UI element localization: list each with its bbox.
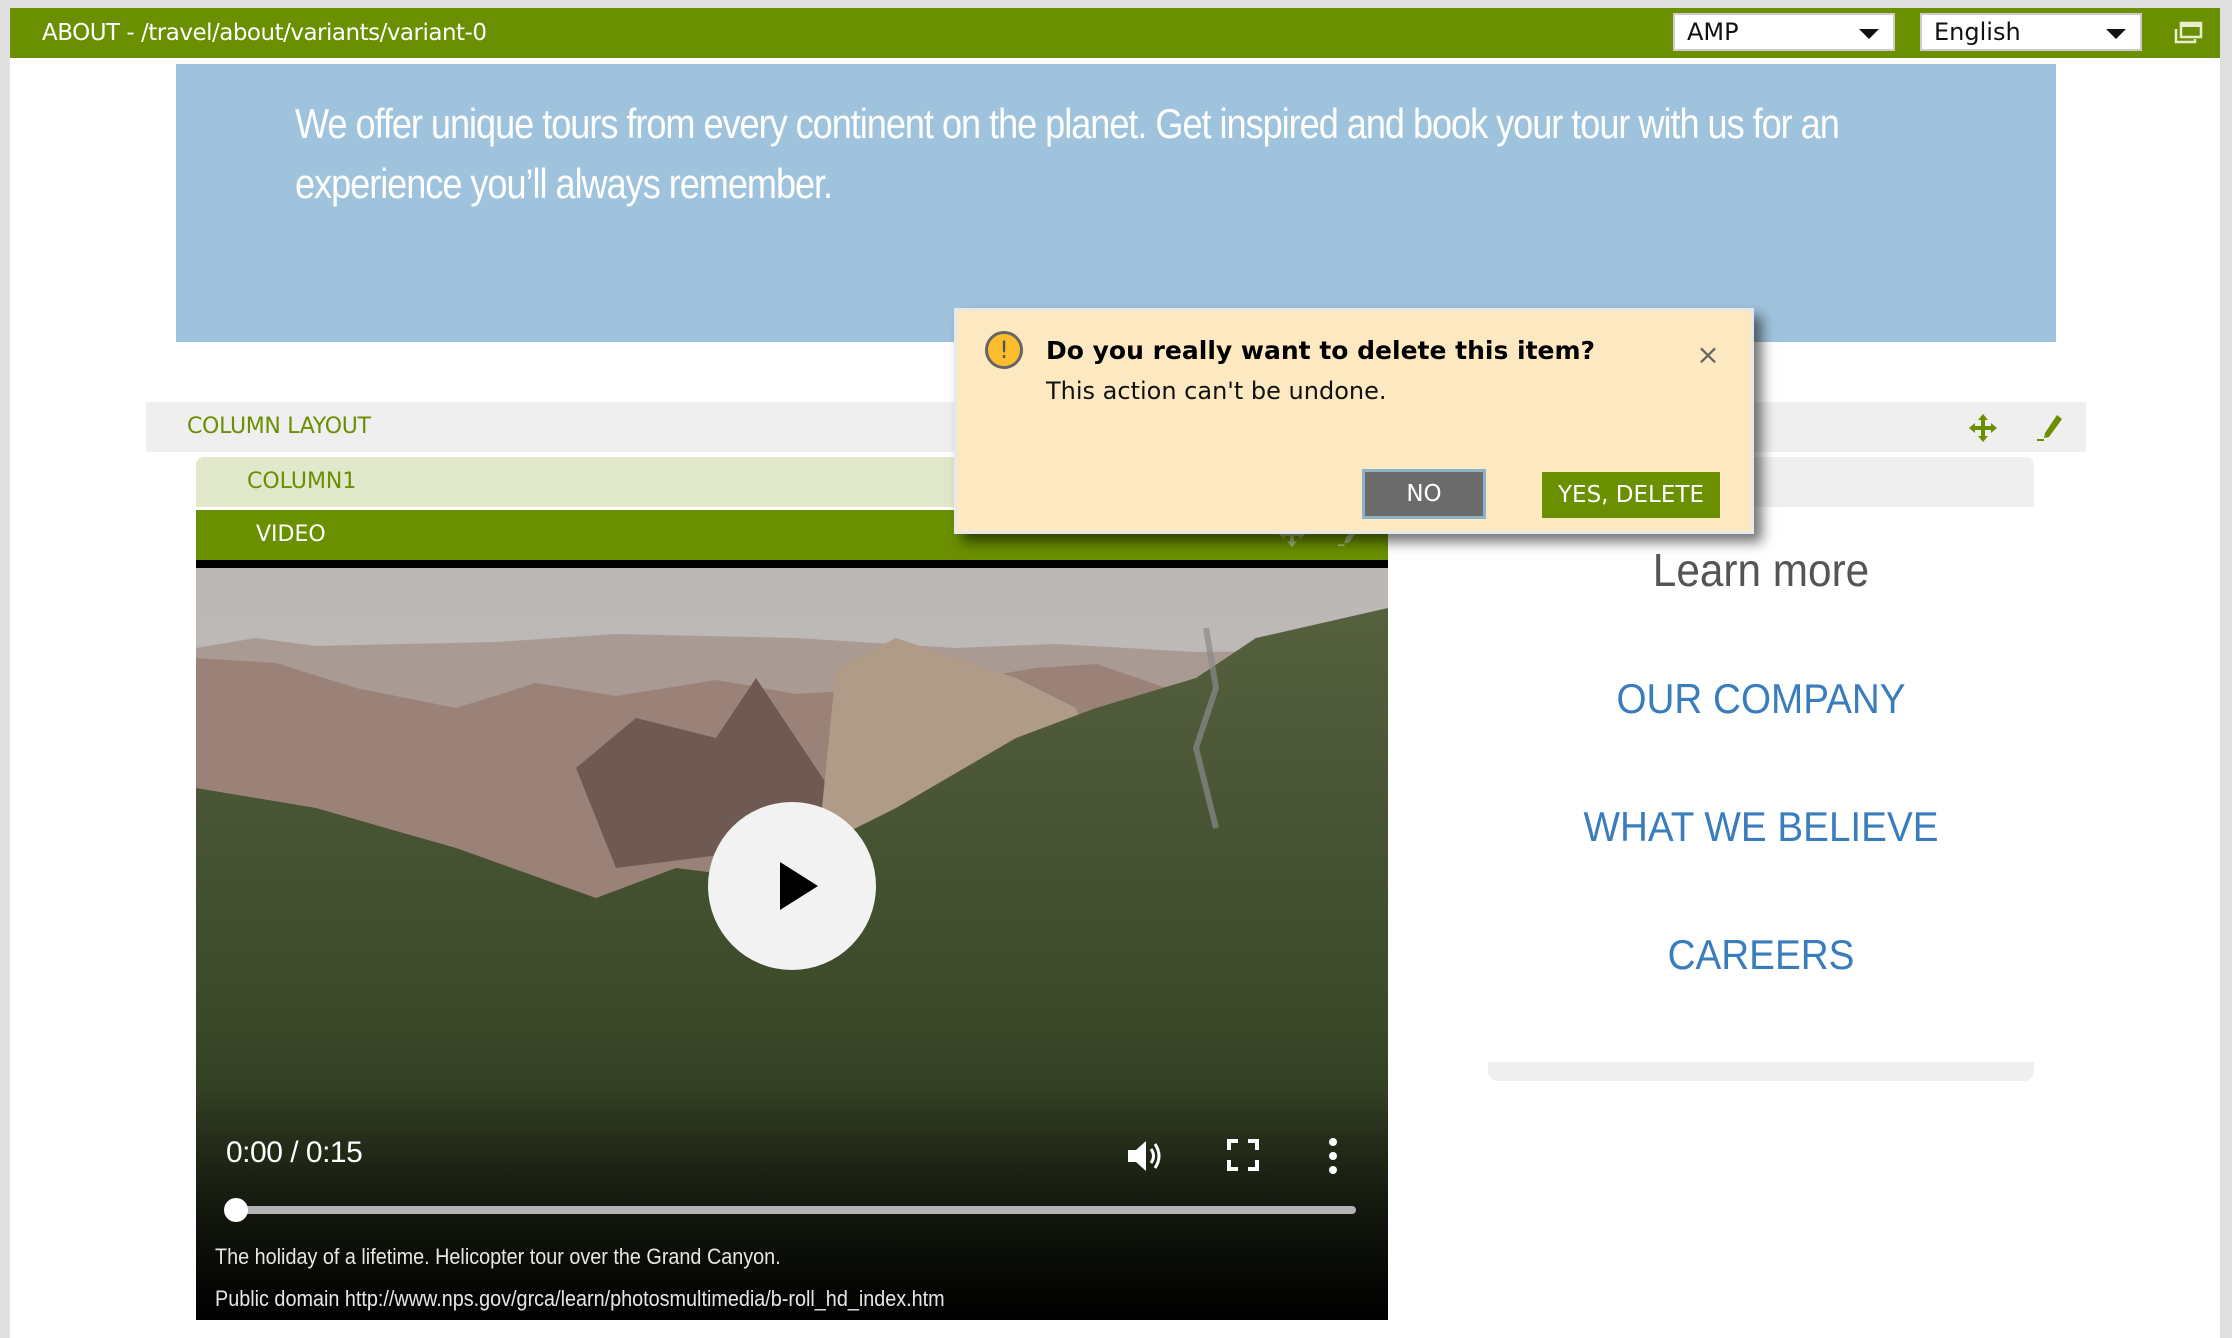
chevron-down-icon xyxy=(2106,29,2126,39)
close-icon[interactable]: × xyxy=(1694,341,1722,369)
hero-banner: We offer unique tours from every contine… xyxy=(176,64,2056,342)
more-options-icon[interactable] xyxy=(1326,1136,1340,1176)
move-icon[interactable] xyxy=(1968,413,1998,443)
chevron-down-icon xyxy=(1859,29,1879,39)
dialog-title: Do you really want to delete this item? xyxy=(1046,336,1596,365)
page-path-title: ABOUT - /travel/about/variants/variant-0 xyxy=(42,20,487,46)
column1-label: COLUMN1 xyxy=(247,469,357,494)
warning-icon: ! xyxy=(985,331,1023,369)
link-what-we-believe[interactable]: WHAT WE BELIEVE xyxy=(1510,803,2012,851)
fullscreen-icon[interactable] xyxy=(1226,1138,1260,1172)
yes-delete-button[interactable]: YES, DELETE xyxy=(1542,472,1720,518)
channel-select[interactable]: AMP xyxy=(1673,13,1895,51)
volume-icon[interactable] xyxy=(1124,1136,1164,1176)
column-layout-label: COLUMN LAYOUT xyxy=(187,414,371,439)
video-caption-line: The holiday of a lifetime. Helicopter to… xyxy=(215,1244,781,1269)
restore-window-icon[interactable] xyxy=(2173,20,2203,46)
video-caption-line: Public domain http://www.nps.gov/grca/le… xyxy=(215,1286,945,1311)
video-progress-bar[interactable] xyxy=(224,1198,1356,1222)
channel-select-value: AMP xyxy=(1687,18,1739,46)
hero-text: We offer unique tours from every contine… xyxy=(295,100,1840,207)
progress-scrubber-handle[interactable] xyxy=(224,1198,248,1222)
edit-icon[interactable] xyxy=(2035,413,2065,443)
language-select-value: English xyxy=(1934,18,2021,46)
dialog-message: This action can't be undone. xyxy=(1046,377,1387,405)
learn-more-heading: Learn more xyxy=(1652,544,1870,596)
column2-footer-bar xyxy=(1488,1062,2034,1081)
delete-confirmation-dialog: ! Do you really want to delete this item… xyxy=(954,308,1754,534)
link-our-company[interactable]: OUR COMPANY xyxy=(1510,675,2012,723)
no-button[interactable]: NO xyxy=(1362,469,1486,519)
video-player[interactable]: 0:00 / 0:15 The holiday of a lifetime. H… xyxy=(196,560,1388,1320)
video-component-label: VIDEO xyxy=(256,522,326,547)
link-careers[interactable]: CAREERS xyxy=(1510,931,2012,979)
play-icon xyxy=(780,862,818,910)
play-button[interactable] xyxy=(708,802,876,970)
language-select[interactable]: English xyxy=(1920,13,2142,51)
video-time: 0:00 / 0:15 xyxy=(226,1136,363,1169)
editor-header: ABOUT - /travel/about/variants/variant-0… xyxy=(10,8,2220,58)
